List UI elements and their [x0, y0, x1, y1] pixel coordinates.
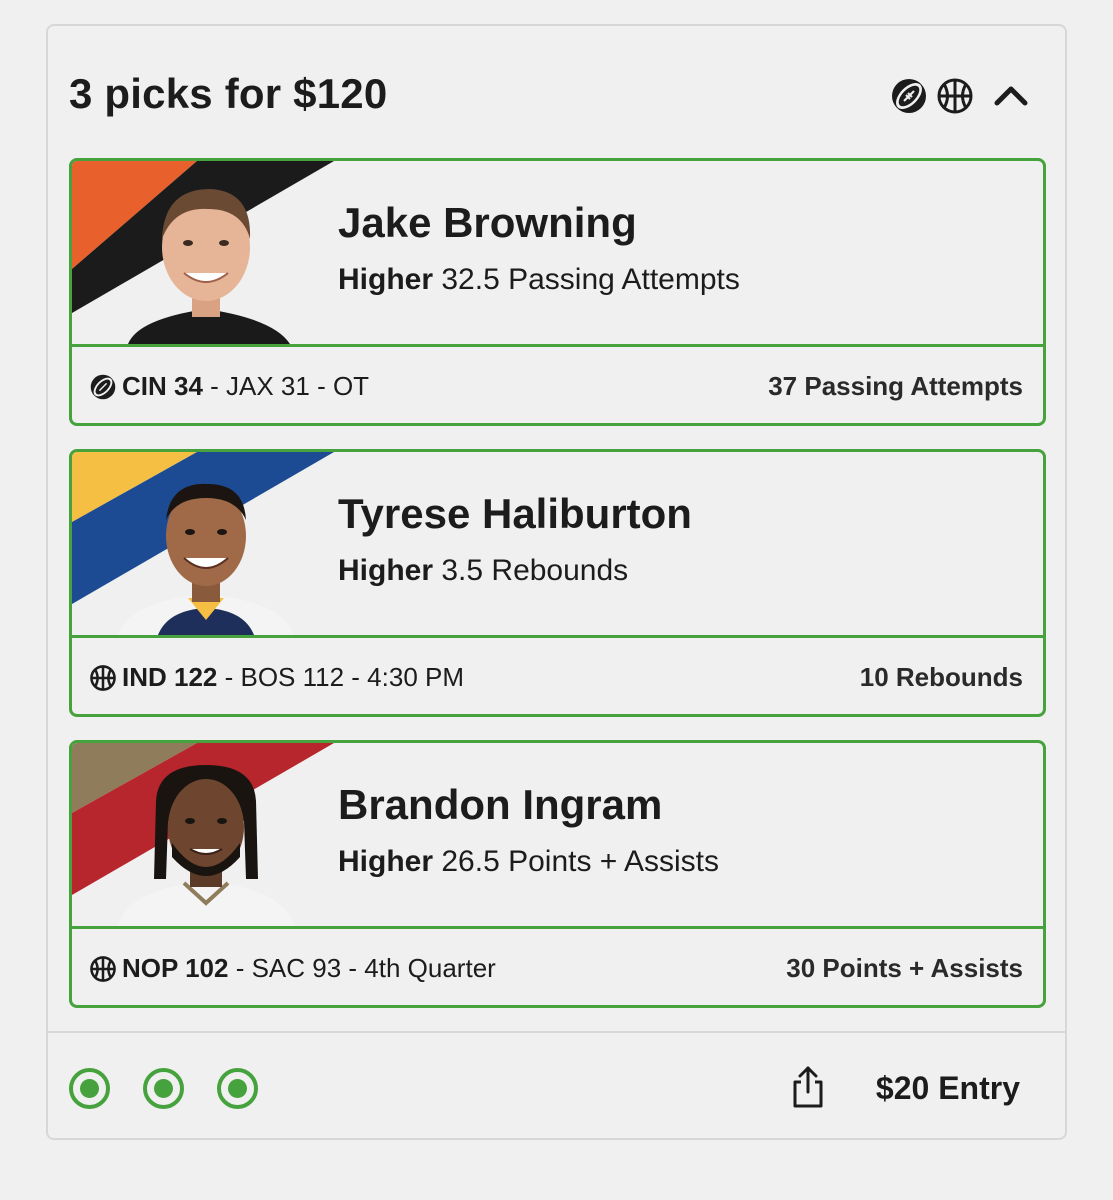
- pick-status-dot: [217, 1068, 258, 1109]
- basketball-icon: [937, 78, 973, 114]
- entry-amount: $20 Entry: [875, 1070, 1020, 1106]
- pick-header: Jake Browning Higher 32.5 Passing Attemp…: [72, 161, 1043, 344]
- card-footer: $20 Entry: [48, 1033, 1065, 1140]
- player-name: Brandon Ingram: [338, 781, 663, 828]
- pick-line: Higher 3.5 Rebounds: [338, 554, 628, 588]
- opponent-status: - BOS 112 - 4:30 PM: [217, 662, 465, 692]
- game-score: NOP 102 - SAC 93 - 4th Quarter: [90, 953, 496, 984]
- stat-result: 30 Points + Assists: [786, 953, 1023, 983]
- opponent-status: - SAC 93 - 4th Quarter: [228, 953, 496, 983]
- pick-header: Tyrese Haliburton Higher 3.5 Rebounds: [72, 452, 1043, 635]
- pick-stat-line: 26.5 Points + Assists: [441, 845, 720, 878]
- game-score: IND 122 - BOS 112 - 4:30 PM: [90, 662, 464, 693]
- stat-result: 37 Passing Attempts: [768, 371, 1023, 401]
- pick-status-dots: [69, 1068, 258, 1109]
- chevron-up-icon[interactable]: [989, 78, 1033, 114]
- pick-status-dot: [143, 1068, 184, 1109]
- basketball-icon: [90, 664, 116, 691]
- player-headshot: [128, 189, 290, 344]
- pick-line: Higher 26.5 Points + Assists: [338, 845, 719, 879]
- pick-line: Higher 32.5 Passing Attempts: [338, 263, 740, 297]
- team-score: CIN 34: [122, 371, 203, 401]
- opponent-status: - JAX 31 - OT: [202, 371, 370, 401]
- player-name: Jake Browning: [338, 199, 637, 246]
- pick-stat-line: 3.5 Rebounds: [441, 554, 629, 587]
- game-score: CIN 34 - JAX 31 - OT: [90, 371, 369, 402]
- basketball-icon: [90, 955, 116, 982]
- player-headshot: [118, 483, 294, 635]
- pick-stat-line: 32.5 Passing Attempts: [441, 263, 740, 296]
- pick-footer: NOP 102 - SAC 93 - 4th Quarter 30 Points…: [72, 929, 1043, 1005]
- stat-result: 10 Rebounds: [859, 662, 1023, 692]
- header-icons: [891, 78, 1033, 114]
- pick-footer: CIN 34 - JAX 31 - OT 37 Passing Attempts: [72, 347, 1043, 423]
- team-score: IND 122: [122, 662, 218, 692]
- pick-status-dot: [69, 1068, 110, 1109]
- pick-header: Brandon Ingram Higher 26.5 Points + Assi…: [72, 743, 1043, 926]
- pick-direction: Higher: [338, 845, 434, 878]
- pick-footer: IND 122 - BOS 112 - 4:30 PM 10 Rebounds: [72, 638, 1043, 714]
- team-score: NOP 102: [122, 953, 229, 983]
- player-name: Tyrese Haliburton: [338, 490, 692, 537]
- football-icon: [892, 79, 926, 113]
- pick-direction: Higher: [338, 263, 434, 296]
- entry-card: 3 picks for $120 Jake Browning Higher 32…: [46, 24, 1067, 1140]
- player-headshot: [118, 765, 294, 926]
- pick-card[interactable]: Jake Browning Higher 32.5 Passing Attemp…: [69, 158, 1046, 426]
- share-icon[interactable]: [790, 1064, 826, 1110]
- entry-title: 3 picks for $120: [69, 70, 388, 117]
- card-header[interactable]: 3 picks for $120: [48, 26, 1065, 158]
- pick-card[interactable]: Brandon Ingram Higher 26.5 Points + Assi…: [69, 740, 1046, 1008]
- pick-direction: Higher: [338, 554, 434, 587]
- pick-card[interactable]: Tyrese Haliburton Higher 3.5 Rebounds IN…: [69, 449, 1046, 717]
- football-icon: [90, 374, 116, 399]
